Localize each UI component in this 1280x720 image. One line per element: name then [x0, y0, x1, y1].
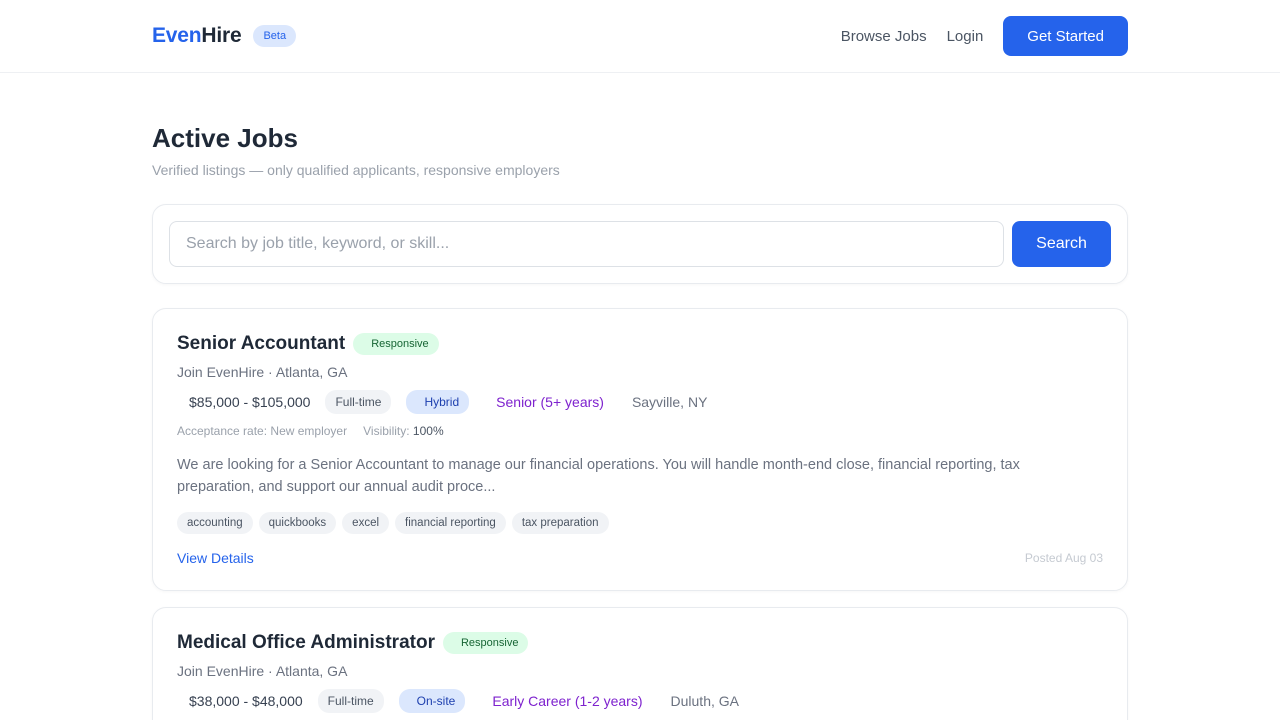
job-description: We are looking for a Senior Accountant t…	[177, 457, 1020, 495]
skill-tag: quickbooks	[258, 512, 337, 534]
logo[interactable]: EvenHire	[152, 24, 242, 48]
login-link[interactable]: Login	[947, 28, 984, 45]
responsive-badge: Responsive	[353, 333, 439, 355]
logo-even: Even	[152, 24, 202, 47]
job-salary: $85,000 - $105,000	[189, 394, 311, 410]
job-type-pill: Full-time	[325, 390, 392, 414]
work-mode-pill: Hybrid	[406, 390, 470, 414]
page-subtitle: Verified listings — only qualified appli…	[152, 162, 560, 178]
acceptance-label: Acceptance rate:	[177, 424, 268, 438]
visibility-value: 100%	[412, 424, 444, 438]
search-input[interactable]	[169, 221, 1004, 267]
job-card: Senior Accountant Responsive Join EvenHi…	[152, 308, 1128, 591]
experience-level: Early Career (1-2 years)	[492, 693, 643, 709]
job-card: Medical Office Administrator Responsive …	[152, 607, 1128, 720]
job-company: Join EvenHire · Atlanta, GA	[177, 663, 348, 679]
main-content: Active Jobs Verified listings — only qua…	[0, 123, 1280, 720]
browse-jobs-link[interactable]: Browse Jobs	[841, 28, 927, 45]
job-title[interactable]: Medical Office Administrator	[177, 632, 435, 654]
visibility-label: Visibility:	[363, 424, 410, 438]
posted-date: Posted Aug 03	[1024, 551, 1103, 565]
job-title-row: Medical Office Administrator Responsive	[177, 632, 1103, 654]
search-button[interactable]: Search	[1012, 221, 1111, 267]
skill-tag: accounting	[177, 512, 253, 534]
get-started-button[interactable]: Get Started	[1003, 16, 1128, 56]
logo-hire: Hire	[201, 24, 242, 47]
responsive-badge: Responsive	[442, 632, 529, 654]
visibility: Visibility: 100%	[363, 424, 444, 438]
job-stats: Acceptance rate: New employer Visibility…	[177, 424, 1103, 438]
skill-tag: financial reporting	[395, 512, 506, 534]
job-location: Sayville, NY	[631, 394, 708, 410]
view-details-link[interactable]: View Details	[177, 550, 254, 566]
work-mode-pill: On-site	[398, 689, 466, 713]
skill-tags: accounting quickbooks excel financial re…	[177, 512, 1103, 534]
acceptance-value: New employer	[270, 424, 348, 438]
job-title-row: Senior Accountant Responsive	[177, 333, 1103, 355]
job-location: Duluth, GA	[670, 693, 739, 709]
job-title[interactable]: Senior Accountant	[177, 333, 345, 355]
job-type-pill: Full-time	[317, 689, 384, 713]
job-company: Join EvenHire · Atlanta, GA	[177, 364, 348, 380]
experience-level: Senior (5+ years)	[496, 394, 604, 410]
beta-badge: Beta	[253, 25, 297, 47]
top-nav-bar: EvenHire Beta Browse Jobs Login Get Star…	[0, 0, 1280, 73]
skill-tag: excel	[342, 512, 390, 534]
page-title: Active Jobs	[152, 123, 298, 153]
job-salary: $38,000 - $48,000	[189, 693, 303, 709]
brand: EvenHire Beta	[152, 24, 297, 48]
job-meta: $38,000 - $48,000 Full-time On-site Earl…	[177, 689, 1103, 713]
nav-links: Browse Jobs Login Get Started	[841, 16, 1128, 56]
skill-tag: tax preparation	[511, 512, 609, 534]
search-card: Search	[152, 204, 1128, 284]
job-meta: $85,000 - $105,000 Full-time Hybrid Seni…	[177, 390, 1103, 414]
job-card-footer: View Details Posted Aug 03	[177, 550, 1103, 566]
acceptance-rate: Acceptance rate: New employer	[177, 424, 347, 438]
